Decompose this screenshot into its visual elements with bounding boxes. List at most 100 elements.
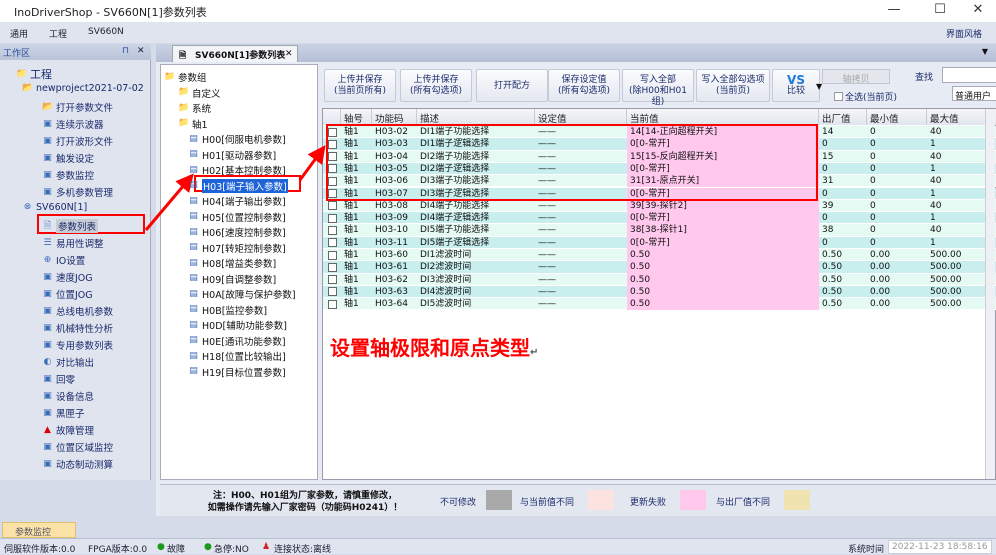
table-row[interactable]: 轴1 H03-06 DI3端子功能选择 —— 31[31-原点开关] 31 0 40	[323, 175, 996, 188]
tree-item[interactable]: ▣ 多机参数管理	[42, 185, 113, 200]
tree-item[interactable]: 📂 newproject2021-07-02	[22, 83, 144, 94]
row-checkbox[interactable]	[328, 139, 337, 149]
column-header[interactable]: 轴号	[341, 109, 372, 125]
column-header[interactable]: 设定值	[535, 109, 627, 125]
group-item[interactable]: ▤ H05[位置控制参数]	[188, 210, 285, 224]
current-value-cell[interactable]: 0.50	[627, 273, 819, 286]
group-item[interactable]: ▤ H0A[故障与保护参数]	[188, 287, 295, 302]
column-header[interactable]: 出厂值	[819, 109, 867, 125]
group-item[interactable]: ▤ H0D[辅助功能参数]	[188, 318, 287, 333]
table-row[interactable]: 轴1 H03-03 DI1端子逻辑选择 —— 0[0-常开] 0 0 1	[323, 138, 996, 151]
current-value-cell[interactable]: 0[0-常开]	[627, 138, 819, 151]
pin-icon[interactable]: ⊓	[122, 46, 129, 56]
group-item[interactable]: ▤ H0E[通讯功能参数]	[188, 334, 285, 348]
tree-item[interactable]: ▣ 连续示波器	[42, 117, 103, 132]
minimize-button[interactable]: —	[884, 2, 904, 17]
table-row[interactable]: 轴1 H03-09 DI4端子逻辑选择 —— 0[0-常开] 0 0 1	[323, 212, 996, 225]
tab-param-monitor[interactable]: 参数监控	[2, 522, 76, 538]
group-item[interactable]: ▤ H08[增益类参数]	[188, 256, 276, 271]
column-header[interactable]: 描述	[417, 109, 535, 125]
menu-general[interactable]: 通用	[10, 27, 28, 40]
tree-item[interactable]: ☰ 易用性调整	[42, 236, 103, 251]
current-value-cell[interactable]: 0[0-常开]	[627, 187, 819, 200]
group-item[interactable]: 📁 自定义	[178, 86, 221, 100]
row-checkbox[interactable]	[328, 176, 337, 186]
tree-item[interactable]: ▣ 动态制动测算	[42, 457, 113, 472]
current-value-cell[interactable]: 39[39-探针2]	[627, 199, 819, 213]
row-checkbox[interactable]	[328, 164, 337, 174]
tree-item[interactable]: 📁 工程	[16, 66, 52, 82]
current-value-cell[interactable]: 0.50	[627, 249, 819, 262]
toolbar-button[interactable]: 保存设定值 (所有勾选项)	[548, 69, 620, 102]
toolbar-button[interactable]: 上传并保存 (当前页所有)	[324, 69, 396, 102]
close-tab-button[interactable]: ✕	[285, 49, 293, 59]
tree-item[interactable]: ⊕ IO设置	[42, 253, 86, 268]
tree-item[interactable]: ▣ 设备信息	[42, 389, 94, 404]
table-row[interactable]: 轴1 H03-61 DI2滤波时间 —— 0.50 0.50 0.00 500.00	[323, 261, 996, 274]
table-row[interactable]: 轴1 H03-02 DI1端子功能选择 —— 14[14-正向超程开关] 14 0 40	[323, 126, 996, 139]
table-row[interactable]: 轴1 H03-07 DI3端子逻辑选择 —— 0[0-常开] 0 0 1	[323, 187, 996, 200]
row-checkbox[interactable]	[328, 213, 337, 223]
group-item[interactable]: ▤ H09[自调整参数]	[188, 272, 276, 286]
column-header[interactable]: 功能码ID	[372, 109, 417, 136]
group-item[interactable]: 📁 参数组	[164, 70, 207, 85]
current-value-cell[interactable]: 0[0-常开]	[627, 212, 819, 225]
tree-item[interactable]: 🗎 参数列表	[42, 219, 99, 233]
ui-style-menu[interactable]: 界面风格	[946, 27, 982, 40]
tree-item[interactable]: ▲ 故障管理	[42, 423, 94, 438]
current-value-cell[interactable]: 14[14-正向超程开关]	[627, 126, 819, 139]
row-checkbox[interactable]	[328, 238, 337, 248]
table-row[interactable]: 轴1 H03-63 DI4滤波时间 —— 0.50 0.50 0.00 500.00	[323, 285, 996, 299]
current-value-cell[interactable]: 15[15-反向超程开关]	[627, 150, 819, 163]
tree-item[interactable]: ▣ 速度JOG	[42, 270, 92, 285]
row-checkbox[interactable]	[328, 189, 337, 198]
group-item[interactable]: ▤ H04[端子输出参数]	[188, 194, 285, 209]
group-item[interactable]: ▤ H03[端子输入参数]	[188, 178, 288, 193]
tree-item[interactable]: ▣ 位置JOG	[42, 287, 92, 302]
axis-copy-button[interactable]: 轴拷贝	[822, 69, 890, 85]
tree-item[interactable]: ▣ 参数监控	[42, 168, 94, 183]
tree-item[interactable]: ▣ 触发设定	[42, 151, 94, 166]
current-value-cell[interactable]: 38[38-探针1]	[627, 224, 819, 237]
row-checkbox[interactable]	[328, 250, 337, 260]
row-checkbox[interactable]	[328, 152, 337, 162]
tree-item[interactable]: ⊗ SV660N[1]	[22, 202, 88, 213]
row-checkbox[interactable]	[328, 287, 337, 297]
group-item[interactable]: ▤ H02[基本控制参数]	[188, 163, 285, 178]
group-item[interactable]: ▤ H19[目标位置参数]	[188, 365, 285, 379]
close-panel-button[interactable]: ✕	[137, 46, 145, 56]
table-row[interactable]: 轴1 H03-08 DI4端子功能选择 —— 39[39-探针2] 39 0 40	[323, 199, 996, 213]
row-checkbox[interactable]	[328, 262, 337, 272]
group-item[interactable]: ▤ H0B[监控参数]	[188, 303, 267, 317]
row-checkbox[interactable]	[328, 201, 337, 211]
current-value-cell[interactable]: 0[0-常开]	[627, 236, 819, 249]
row-checkbox[interactable]	[328, 275, 337, 285]
column-header[interactable]: 当前值	[627, 109, 819, 125]
tree-item[interactable]: ▣ 打开波形文件	[42, 134, 113, 149]
current-value-cell[interactable]: 31[31-原点开关]	[627, 175, 819, 188]
group-item[interactable]: 📁 轴1	[178, 117, 208, 131]
toolbar-button[interactable]: 写入全部勾选项 (当前页)	[696, 69, 770, 102]
close-button[interactable]: ✕	[968, 2, 988, 17]
table-row[interactable]: 轴1 H03-62 DI3滤波时间 —— 0.50 0.50 0.00 500.00	[323, 273, 996, 286]
table-row[interactable]: 轴1 H03-60 DI1滤波时间 —— 0.50 0.50 0.00 500.00	[323, 249, 996, 262]
table-row[interactable]: 轴1 H03-05 DI2端子逻辑选择 —— 0[0-常开] 0 0 1	[323, 162, 996, 176]
user-level-button[interactable]: 普通用户	[952, 86, 996, 102]
current-value-cell[interactable]: 0.50	[627, 261, 819, 274]
group-item[interactable]: 📁 系统	[178, 101, 211, 116]
current-value-cell[interactable]: 0.50	[627, 285, 819, 299]
current-value-cell[interactable]: 0.50	[627, 298, 819, 311]
tree-item[interactable]: 📂 打开参数文件	[42, 100, 113, 115]
tree-item[interactable]: ◐ 对比输出	[42, 355, 94, 370]
menu-sv660n[interactable]: SV660N	[88, 27, 124, 37]
tree-item[interactable]: ▣ 回零	[42, 372, 75, 387]
checkbox[interactable]	[834, 92, 843, 101]
group-item[interactable]: ▤ H07[转矩控制参数]	[188, 241, 285, 255]
table-row[interactable]: 轴1 H03-11 DI5端子逻辑选择 —— 0[0-常开] 0 0 1	[323, 236, 996, 249]
current-value-cell[interactable]: 0[0-常开]	[627, 162, 819, 176]
row-checkbox[interactable]	[328, 299, 337, 309]
column-header[interactable]: 最小值	[867, 109, 927, 125]
tree-item[interactable]: ▣ 机械特性分析	[42, 321, 113, 336]
tab-dropdown-icon[interactable]: ▼	[982, 47, 988, 56]
toolbar-button[interactable]: 上传并保存 (所有勾选项)	[400, 69, 472, 102]
